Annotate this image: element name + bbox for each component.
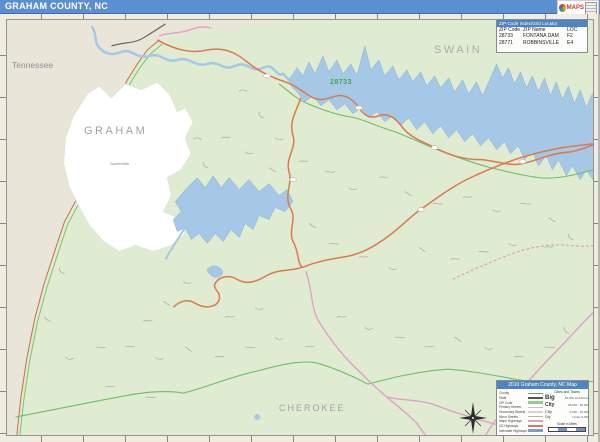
logo-text: MAPS xyxy=(567,5,584,11)
zip-index-table: ZIP Code Index/Grid Locator ZIP Code ZIP… xyxy=(496,19,588,53)
zip-index-header: ZIP Code Index/Grid Locator xyxy=(497,20,587,27)
city-class-row: Big50,000 and Above xyxy=(545,395,589,401)
line-sample xyxy=(528,407,543,409)
frame-ruler-bottom xyxy=(0,436,600,442)
line-sample xyxy=(528,393,543,395)
legend-header: 2010 Graham County, NC Map xyxy=(497,381,588,389)
city-class-row: City25,000 - 50,000 xyxy=(545,402,589,408)
line-sample xyxy=(528,420,543,422)
line-sample xyxy=(528,401,543,404)
line-sample xyxy=(528,416,543,417)
page-title: GRAHAM COUNTY, NC xyxy=(5,1,108,11)
zip-name-value: ROBBINSVILLE xyxy=(523,40,565,46)
scale-bar xyxy=(548,427,586,432)
county-map-svg xyxy=(7,20,594,436)
legend-line-items: County State ZIP Code Primary Streets Se… xyxy=(499,391,543,433)
cities-header: Cities and Towns xyxy=(545,390,589,394)
table-row: 28771 ROBBINSVILLE E4 xyxy=(497,40,587,46)
line-sample xyxy=(528,429,543,432)
line-sample xyxy=(528,411,543,413)
city-class-row: City5,000 - 25,000 xyxy=(545,409,589,414)
compass-rose-icon xyxy=(456,398,490,438)
line-sample xyxy=(528,425,543,427)
map-document: GRAHAM COUNTY, NC MAPS xyxy=(0,0,600,442)
legend-item: Interstate Highways xyxy=(499,429,543,434)
title-bar: GRAHAM COUNTY, NC xyxy=(0,0,600,14)
small-pond xyxy=(254,414,260,420)
map-canvas xyxy=(6,19,594,436)
logo-info-box xyxy=(585,2,597,15)
zip-value: 28771 xyxy=(499,40,521,46)
scale-label: Scale in Miles xyxy=(545,422,589,426)
logo-swirl-icon xyxy=(559,4,566,12)
line-sample xyxy=(528,397,543,399)
city-class-row: CityUnder 5,000 xyxy=(545,415,589,419)
zip-loc-value: E4 xyxy=(567,40,581,46)
legend-cities: Cities and Towns Big50,000 and Above Cit… xyxy=(545,390,589,432)
frame-ruler-right xyxy=(594,14,600,442)
legend-box: 2010 Graham County, NC Map County State … xyxy=(496,380,589,436)
